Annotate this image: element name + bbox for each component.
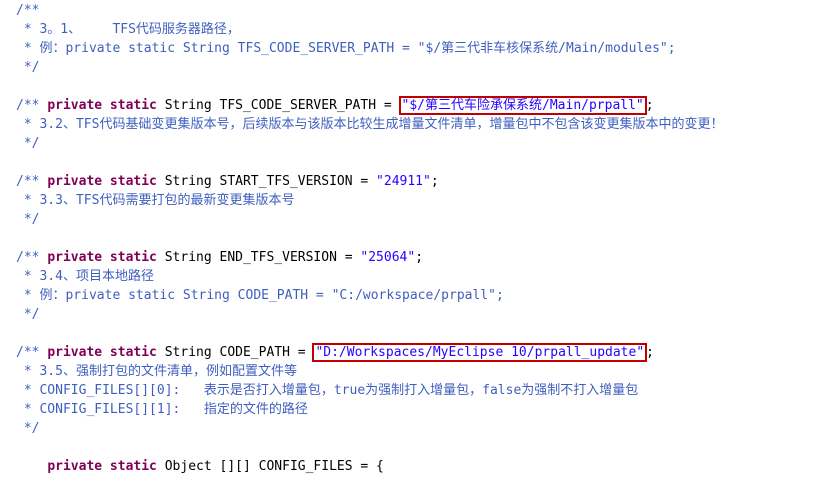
keyword: private static	[47, 250, 157, 265]
semicolon: ;	[645, 98, 654, 113]
keyword: private static	[47, 345, 157, 360]
comment-line: /**	[16, 3, 40, 18]
string-value: "24911"	[376, 174, 431, 189]
comment-line: /**	[16, 174, 40, 189]
string-value: "25064"	[360, 250, 416, 265]
highlighted-string-value: "D:/Workspaces/MyEclipse 10/prpall_updat…	[312, 343, 648, 362]
comment-line: * CONFIG_FILES[][1]: 指定的文件的路径	[16, 402, 308, 417]
code-line-code-path: private static String CODE_PATH = "D:/Wo…	[16, 324, 654, 362]
declaration-text: String CODE_PATH =	[156, 345, 314, 360]
comment-line: /**	[16, 250, 40, 265]
highlighted-string-value: "$/第三代车险承保系统/Main/prpall"	[398, 96, 647, 115]
code-editor[interactable]: /** * 3。1、 TFS代码服务器路径， * 例：private stati…	[0, 0, 829, 474]
comment-line: /**	[16, 345, 40, 360]
comment-line: * 3.3、TFS代码需要打包的最新变更集版本号	[16, 193, 295, 208]
declaration-text: Object [][] CONFIG_FILES = {	[156, 459, 384, 474]
keyword: private static	[47, 98, 157, 113]
comment-line: */	[16, 212, 40, 227]
keyword: private static	[47, 459, 157, 474]
comment-line: * 3。1、 TFS代码服务器路径，	[16, 22, 240, 37]
code-line-end-tfs-version: private static String END_TFS_VERSION = …	[16, 229, 423, 265]
declaration-text: String TFS_CODE_SERVER_PATH =	[156, 98, 400, 113]
code-line-start-tfs-version: private static String START_TFS_VERSION …	[16, 153, 438, 189]
declaration-text: String END_TFS_VERSION =	[156, 250, 361, 265]
comment-line: */	[16, 60, 40, 75]
semicolon: ;	[646, 345, 654, 360]
comment-line: * 3.4、项目本地路径	[16, 269, 154, 284]
semicolon: ;	[415, 250, 424, 265]
comment-line: * 例：private static String TFS_CODE_SERVE…	[16, 41, 676, 56]
declaration-text: String START_TFS_VERSION =	[156, 174, 377, 189]
comment-line: */	[16, 136, 40, 151]
comment-line: */	[16, 421, 40, 436]
comment-line: * 例：private static String CODE_PATH = "C…	[16, 288, 504, 303]
comment-line: * 3.5、强制打包的文件清单，例如配置文件等	[16, 364, 297, 379]
comment-line: /**	[16, 98, 40, 113]
semicolon: ;	[430, 174, 439, 189]
comment-line: */	[16, 307, 40, 322]
code-line-tfs-code-server-path: private static String TFS_CODE_SERVER_PA…	[16, 77, 654, 115]
comment-line: * CONFIG_FILES[][0]: 表示是否打入增量包，true为强制打入…	[16, 383, 639, 398]
keyword: private static	[47, 174, 157, 189]
code-line-config-files: private static Object [][] CONFIG_FILES …	[16, 438, 384, 474]
comment-line: * 3.2、TFS代码基础变更集版本号，后续版本与该版本比较生成增量文件清单，增…	[16, 117, 724, 132]
